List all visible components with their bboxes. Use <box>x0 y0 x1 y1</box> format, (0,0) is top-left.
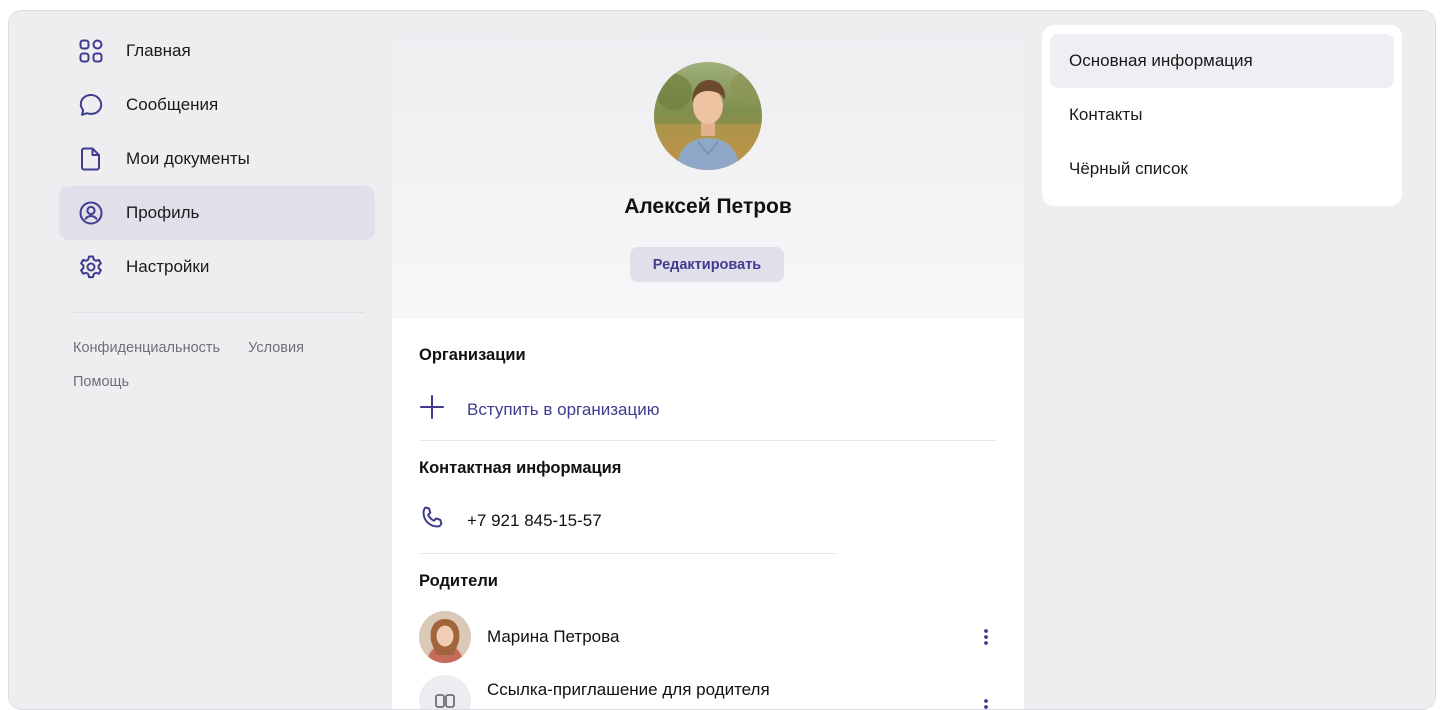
privacy-link[interactable]: Конфиденциальность <box>73 340 220 356</box>
sidebar-item-label: Сообщения <box>126 95 219 114</box>
sidebar-item-label: Профиль <box>126 203 200 222</box>
parents-section: Родители Марина Петрова Ссылка-приглашен… <box>419 572 996 709</box>
parent-avatar <box>419 611 471 663</box>
section-divider <box>419 553 836 554</box>
sidebar-item-messages[interactable]: Сообщения <box>59 78 375 132</box>
sidebar-item-profile[interactable]: Профиль <box>59 186 375 240</box>
app-window: Главная Сообщения Мои документы Профиль … <box>8 10 1436 710</box>
section-title: Родители <box>419 572 498 590</box>
sidebar-item-home[interactable]: Главная <box>59 24 375 78</box>
gear-icon <box>77 253 105 281</box>
sidebar-item-documents[interactable]: Мои документы <box>59 132 375 186</box>
section-title: Организации <box>419 346 526 364</box>
sidebar-divider <box>71 312 365 313</box>
more-options-icon[interactable] <box>976 623 996 651</box>
profile-sections-menu: Основная информация Контакты Чёрный спис… <box>1042 25 1402 206</box>
sidebar-footer-links: Конфиденциальность Условия Помощь <box>73 331 375 399</box>
parent-name: Марина Петрова <box>487 627 620 646</box>
user-circle-icon <box>77 199 105 227</box>
section-divider <box>419 440 996 441</box>
profile-avatar[interactable] <box>654 62 762 170</box>
join-organization-label: Вступить в организацию <box>467 399 660 419</box>
parent-invite-link-item[interactable]: Ссылка-приглашение для родителя <box>419 673 996 709</box>
phone-number: +7 921 845-15-57 <box>467 510 602 530</box>
phone-row[interactable]: +7 921 845-15-57 <box>419 505 996 536</box>
join-organization-button[interactable]: Вступить в организацию <box>419 394 996 425</box>
menu-item-contacts[interactable]: Контакты <box>1050 88 1394 142</box>
profile-name: Алексей Петров <box>624 195 792 218</box>
organizations-section: Организации Вступить в организацию <box>419 346 996 425</box>
menu-item-basic-info[interactable]: Основная информация <box>1050 34 1394 88</box>
contact-section: Контактная информация +7 921 845-15-57 <box>419 459 996 536</box>
link-icon <box>419 675 471 709</box>
section-title: Контактная информация <box>419 459 622 477</box>
menu-item-blacklist[interactable]: Чёрный список <box>1050 142 1394 196</box>
profile-header: Алексей Петров Редактировать <box>392 25 1024 319</box>
help-link[interactable]: Помощь <box>73 374 129 390</box>
sidebar-item-label: Мои документы <box>126 149 250 168</box>
parent-invite-link-label: Ссылка-приглашение для родителя <box>487 680 770 699</box>
parent-item[interactable]: Марина Петрова <box>419 609 996 665</box>
sidebar-item-settings[interactable]: Настройки <box>59 240 375 294</box>
plus-icon <box>419 394 445 425</box>
profile-card: Алексей Петров Редактировать Организации… <box>392 25 1024 709</box>
home-grid-icon <box>77 37 105 65</box>
message-bubble-icon <box>77 91 105 119</box>
sidebar-item-label: Настройки <box>126 257 210 276</box>
sidebar: Главная Сообщения Мои документы Профиль … <box>59 24 375 399</box>
edit-profile-button[interactable]: Редактировать <box>630 247 784 282</box>
terms-link[interactable]: Условия <box>248 340 304 356</box>
sidebar-item-label: Главная <box>126 41 191 60</box>
phone-icon <box>419 505 445 536</box>
document-icon <box>77 145 105 173</box>
